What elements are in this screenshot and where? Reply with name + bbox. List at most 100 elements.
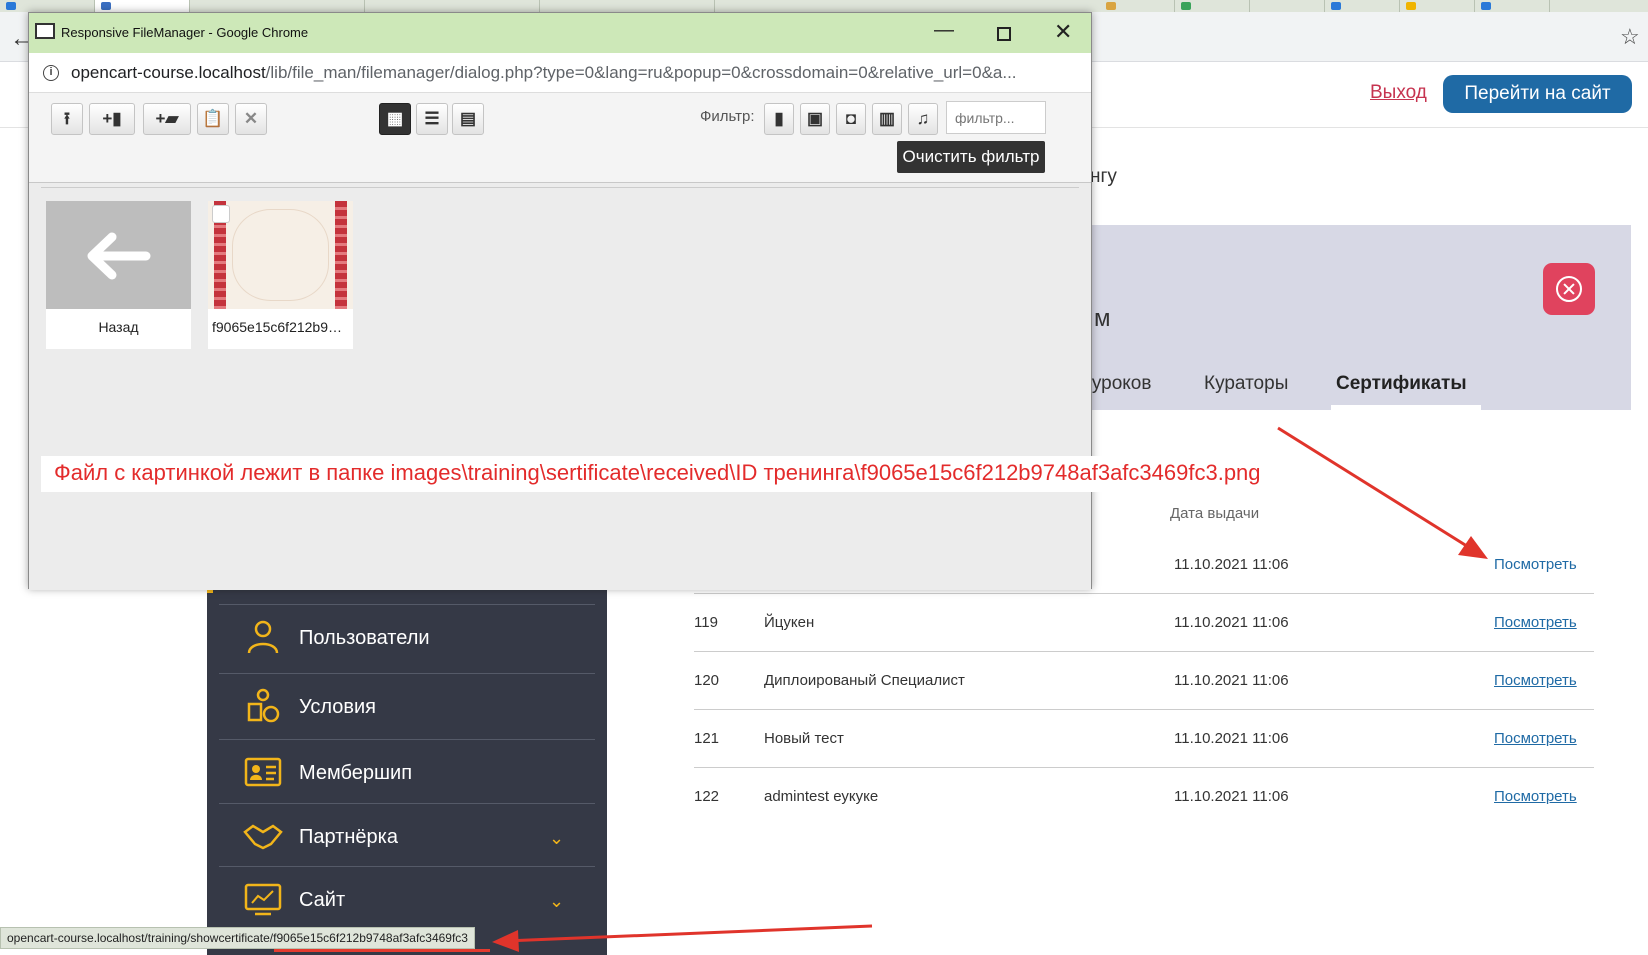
browser-tab[interactable] — [1250, 0, 1325, 12]
logout-link[interactable]: Выход — [1370, 82, 1427, 104]
cell-date: 11.10.2021 11:06 — [1174, 730, 1289, 747]
cell-name: admintest еукуке — [764, 788, 879, 805]
file-item[interactable]: f9065e15c6f212b9748af3afc3469fc3.png — [208, 201, 353, 349]
sidebar-item-membership[interactable]: Мембершип — [219, 739, 595, 805]
view-certificate-link[interactable]: Посмотреть — [1494, 788, 1577, 805]
sidebar-item-conditions[interactable]: Условия — [219, 673, 595, 739]
info-icon[interactable]: i — [43, 65, 59, 81]
bookmark-star-icon[interactable]: ☆ — [1620, 24, 1640, 50]
close-circle-icon — [1556, 276, 1582, 302]
sidebar-item-label: Пользователи — [299, 627, 430, 649]
popup-url-text: opencart-course.localhost/lib/file_man/f… — [71, 63, 1017, 83]
new-folder-button[interactable]: +▰ — [143, 103, 191, 135]
video-icon: ▥ — [878, 109, 896, 128]
breadcrumb-partial-text: нгу — [1090, 166, 1117, 187]
browser-tab[interactable] — [1175, 0, 1250, 12]
browser-tab-active[interactable] — [95, 0, 190, 12]
cell-id: 120 — [694, 672, 720, 689]
clear-filter-button[interactable]: Очистить фильтр — [897, 141, 1045, 173]
select-checkbox[interactable] — [212, 205, 230, 223]
training-title-partial: м — [1094, 305, 1111, 332]
filter-input[interactable] — [946, 101, 1046, 134]
list-icon: ☰ — [424, 109, 440, 128]
sidebar-item-label: Сайт — [299, 889, 346, 911]
file-grid: Назад f9065e15c6f212b9748af3afc3469fc3.p… — [29, 183, 1091, 590]
browser-tab[interactable] — [540, 0, 715, 12]
divider — [41, 187, 1079, 188]
chevron-down-icon[interactable]: ⌄ — [549, 891, 564, 912]
image-icon: ▣ — [806, 109, 824, 128]
file-caption: Назад — [98, 319, 139, 335]
filter-video-button[interactable]: ▥ — [872, 103, 902, 135]
sidebar-item-users[interactable]: Пользователи — [219, 604, 595, 670]
archive-icon: ◘ — [845, 109, 857, 128]
table-row: 122 admintest еукуке 11.10.2021 11:06 По… — [694, 768, 1594, 826]
new-file-button[interactable]: +▮ — [89, 103, 135, 135]
cell-name: Йцукен — [764, 614, 815, 631]
browser-tab[interactable] — [1475, 0, 1550, 12]
url-host: opencart-course.localhost — [71, 63, 266, 82]
delete-training-button[interactable] — [1543, 263, 1595, 315]
music-icon: ♫ — [916, 109, 930, 128]
paste-button[interactable]: 📋 — [197, 103, 229, 135]
clear-clipboard-button[interactable]: ✕ — [235, 103, 267, 135]
browser-tab[interactable] — [190, 0, 365, 12]
view-list-button[interactable]: ☰ — [416, 103, 448, 135]
tab-favicon-icon — [1106, 2, 1116, 10]
tab-favicon-icon — [6, 2, 16, 10]
filter-images-button[interactable]: ▣ — [800, 103, 830, 135]
sidebar-item-partners[interactable]: Партнёрка ⌄ — [219, 803, 595, 869]
view-certificate-link[interactable]: Посмотреть — [1494, 730, 1577, 747]
view-certificate-link[interactable]: Посмотреть — [1494, 556, 1577, 573]
view-certificate-link[interactable]: Посмотреть — [1494, 672, 1577, 689]
app-window-icon — [35, 23, 55, 39]
column-header-date: Дата выдачи — [1170, 505, 1260, 522]
browser-tab[interactable] — [0, 0, 95, 12]
clipboard-icon: 📋 — [202, 109, 224, 128]
cell-date: 11.10.2021 11:06 — [1174, 614, 1289, 631]
popup-url-bar[interactable]: i opencart-course.localhost/lib/file_man… — [29, 53, 1091, 93]
handshake-icon — [243, 824, 283, 850]
browser-tab-strip — [0, 0, 1648, 12]
view-certificate-link[interactable]: Посмотреть — [1494, 614, 1577, 631]
browser-tab[interactable] — [1325, 0, 1400, 12]
cell-date: 11.10.2021 11:06 — [1174, 672, 1289, 689]
conditions-icon — [247, 688, 280, 723]
view-columns-button[interactable]: ▤ — [452, 103, 484, 135]
upload-button[interactable]: ⭱ — [51, 103, 83, 135]
window-titlebar[interactable]: Responsive FileManager - Google Chrome —… — [29, 13, 1091, 53]
browser-tab[interactable] — [1100, 0, 1175, 12]
browser-tab[interactable] — [1400, 0, 1475, 12]
maximize-icon[interactable] — [997, 27, 1011, 41]
view-grid-button[interactable]: ▦ — [379, 103, 411, 135]
minimize-icon[interactable]: — — [934, 19, 954, 42]
clipboard-clear-icon: ✕ — [243, 109, 259, 128]
new-file-icon: +▮ — [102, 109, 122, 128]
monitor-icon — [244, 883, 282, 916]
new-folder-icon: +▰ — [155, 109, 179, 128]
tab-favicon-icon — [1406, 2, 1416, 10]
sidebar-item-label: Условия — [299, 696, 377, 718]
tab-favicon-icon — [1481, 2, 1491, 10]
chevron-down-icon[interactable]: ⌄ — [549, 828, 564, 849]
filter-audio-button[interactable]: ♫ — [908, 103, 938, 135]
cell-date: 11.10.2021 11:06 — [1174, 788, 1289, 805]
back-thumbnail — [46, 201, 191, 309]
tab-curators[interactable]: Кураторы — [1204, 373, 1288, 395]
file-caption: f9065e15c6f212b9748af3afc3469fc3.png — [212, 319, 353, 335]
cell-date: 11.10.2021 11:06 — [1174, 556, 1289, 573]
filter-archives-button[interactable]: ◘ — [836, 103, 866, 135]
table-row: 120 Диплоированый Специалист 11.10.2021 … — [694, 652, 1594, 710]
tab-favicon-icon — [1331, 2, 1341, 10]
go-to-site-button[interactable]: Перейти на сайт — [1443, 75, 1632, 113]
sidebar-item-label: Партнёрка — [299, 826, 398, 848]
browser-tab[interactable] — [365, 0, 540, 12]
tab-certificates[interactable]: Сертификаты — [1336, 373, 1467, 395]
tab-favicon-icon — [1181, 2, 1191, 10]
filter-files-button[interactable]: ▮ — [764, 103, 794, 135]
back-folder-item[interactable]: Назад — [46, 201, 191, 349]
close-icon[interactable]: ✕ — [1054, 19, 1072, 45]
sidebar-item-label: Мембершип — [299, 762, 413, 784]
sidebar-item-site[interactable]: Сайт ⌄ — [219, 866, 595, 932]
table-row: 119 Йцукен 11.10.2021 11:06 Посмотреть — [694, 594, 1594, 652]
